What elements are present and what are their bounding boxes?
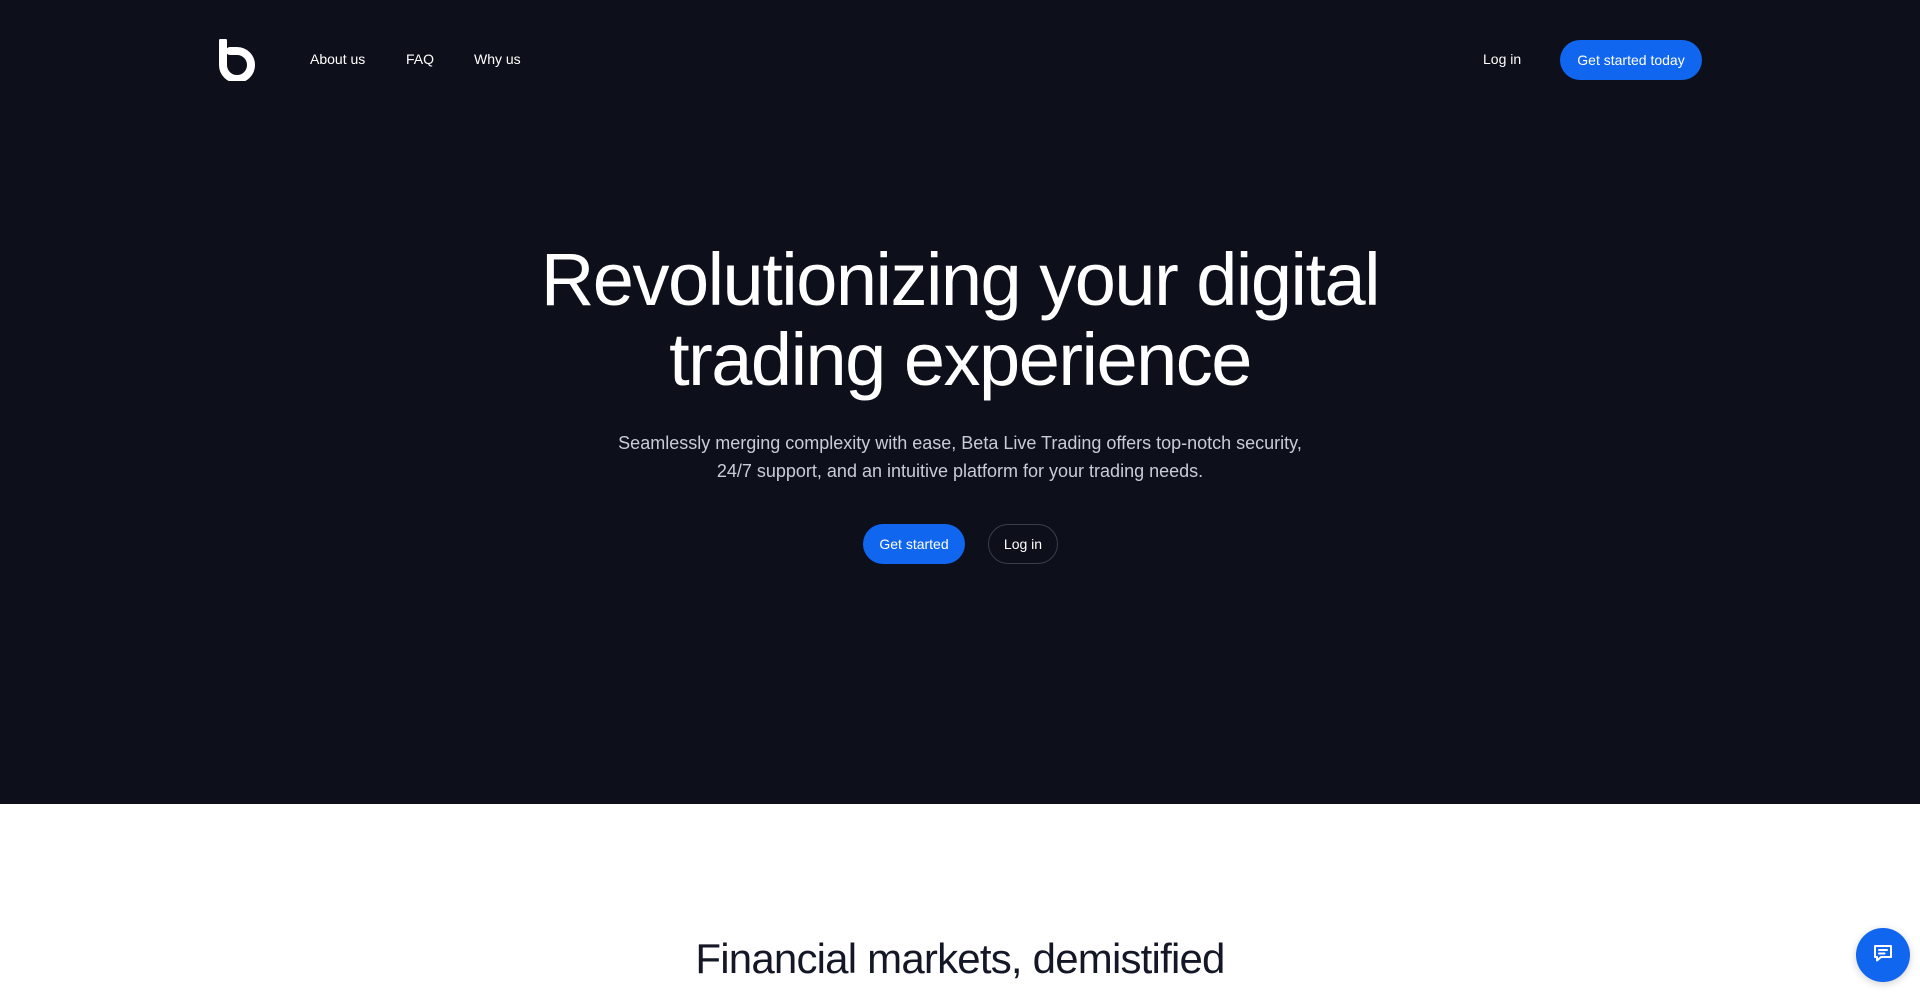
get-started-button[interactable]: Get started — [863, 524, 965, 564]
chat-button[interactable] — [1856, 928, 1910, 982]
b-logo-icon[interactable] — [219, 37, 257, 83]
hero-subtitle-line-2: 24/7 support, and an intuitive platform … — [716, 461, 1204, 481]
hero-subtitle: Seamlessly merging complexity with ease,… — [560, 429, 1360, 485]
get-started-today-button[interactable]: Get started today — [1560, 40, 1702, 80]
hero-section: About us FAQ Why us Log in Get started t… — [0, 0, 1920, 804]
nav-link-about-us[interactable]: About us — [310, 49, 365, 69]
financial-markets-section: Financial markets, demistified — [0, 804, 1920, 993]
hero-title-line-2: trading experience — [669, 318, 1252, 401]
hero-subtitle-line-1: Seamlessly merging complexity with ease,… — [618, 433, 1302, 453]
nav-link-why-us[interactable]: Why us — [474, 49, 521, 69]
hero-title: Revolutionizing your digital trading exp… — [460, 240, 1460, 400]
nav-login-link[interactable]: Log in — [1483, 49, 1521, 69]
hero-login-button[interactable]: Log in — [988, 524, 1058, 564]
top-nav: About us FAQ Why us Log in Get started t… — [0, 0, 1920, 118]
section-title: Financial markets, demistified — [695, 935, 1225, 982]
nav-link-faq[interactable]: FAQ — [406, 49, 434, 69]
hero-title-line-1: Revolutionizing your digital — [540, 238, 1381, 321]
chat-icon — [1871, 941, 1895, 970]
